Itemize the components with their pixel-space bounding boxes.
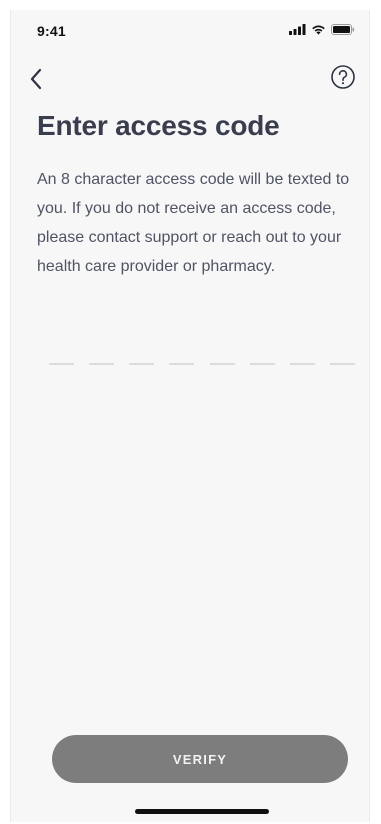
code-digit-slot — [329, 363, 355, 365]
wifi-icon — [312, 25, 325, 35]
status-icons — [289, 24, 355, 35]
access-code-screen: 9:41 Enter access code An 8 character ac… — [10, 10, 370, 822]
page-title: Enter access code — [37, 110, 280, 141]
cellular-signal-icon — [289, 24, 306, 35]
status-bar: 9:41 — [11, 10, 369, 54]
help-button[interactable] — [327, 60, 359, 94]
device-frame: 9:41 Enter access code An 8 character ac… — [0, 0, 381, 824]
battery-icon — [331, 24, 355, 35]
code-digit-slot — [249, 363, 275, 365]
status-time: 9:41 — [37, 23, 66, 39]
nav-bar — [11, 60, 369, 100]
page-description: An 8 character access code will be texte… — [37, 171, 350, 275]
access-code-input[interactable] — [49, 345, 355, 365]
code-digit-slot — [129, 363, 155, 365]
home-indicator — [135, 809, 269, 814]
code-digit-slot — [289, 363, 315, 365]
back-button[interactable] — [29, 62, 59, 96]
code-digit-slot — [209, 363, 235, 365]
verify-button[interactable]: VERIFY — [52, 735, 348, 783]
code-digit-slot — [169, 363, 195, 365]
code-digit-slot — [89, 363, 115, 365]
chevron-left-icon — [30, 68, 42, 90]
code-digit-slot — [49, 363, 74, 365]
question-circle-icon — [331, 65, 355, 89]
